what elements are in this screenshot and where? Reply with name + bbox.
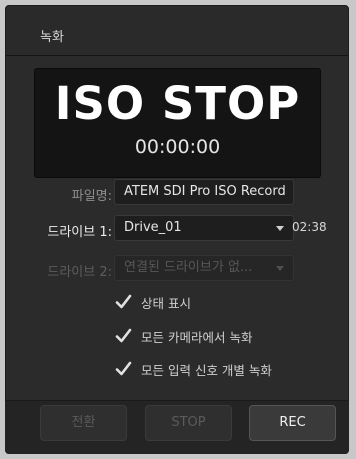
switch-button[interactable]: 전환	[40, 405, 127, 441]
option-label: 모든 입력 신호 개별 녹화	[141, 362, 272, 378]
panel-title: 녹화	[40, 30, 64, 45]
drive1-label: 드라이브 1:	[47, 225, 112, 240]
record-status-display: ISO STOP 00:00:00	[34, 68, 321, 178]
chevron-down-icon	[276, 226, 284, 231]
option-label: 상태 표시	[141, 295, 191, 311]
checkmark-icon	[115, 328, 132, 343]
drive2-select[interactable]: 연결된 드라이브가 없...	[114, 255, 294, 281]
panel-header: 녹화	[6, 6, 348, 56]
option-record-all-cameras[interactable]: 모든 카메라에서 녹화	[114, 326, 252, 346]
drive1-select[interactable]: Drive_01	[114, 215, 294, 241]
record-status-text: ISO STOP	[54, 77, 301, 130]
option-record-all-inputs[interactable]: 모든 입력 신호 개별 녹화	[114, 359, 272, 379]
chevron-down-icon	[276, 266, 284, 271]
record-timecode: 00:00:00	[134, 136, 221, 158]
drive2-label: 드라이브 2:	[47, 265, 112, 280]
drive1-time-remaining: 02:38	[292, 220, 327, 234]
rec-button[interactable]: REC	[249, 405, 336, 441]
drive2-value: 연결된 드라이브가 없...	[124, 260, 253, 275]
stop-button[interactable]: STOP	[145, 405, 232, 441]
filename-label: 파일명:	[71, 189, 112, 204]
filename-field[interactable]: ATEM SDI Pro ISO Record	[114, 179, 294, 205]
option-label: 모든 카메라에서 녹화	[141, 329, 253, 345]
checkmark-icon	[115, 294, 132, 309]
option-show-status[interactable]: 상태 표시	[114, 292, 191, 312]
drive1-value: Drive_01	[124, 220, 182, 235]
checkmark-icon	[115, 361, 132, 376]
